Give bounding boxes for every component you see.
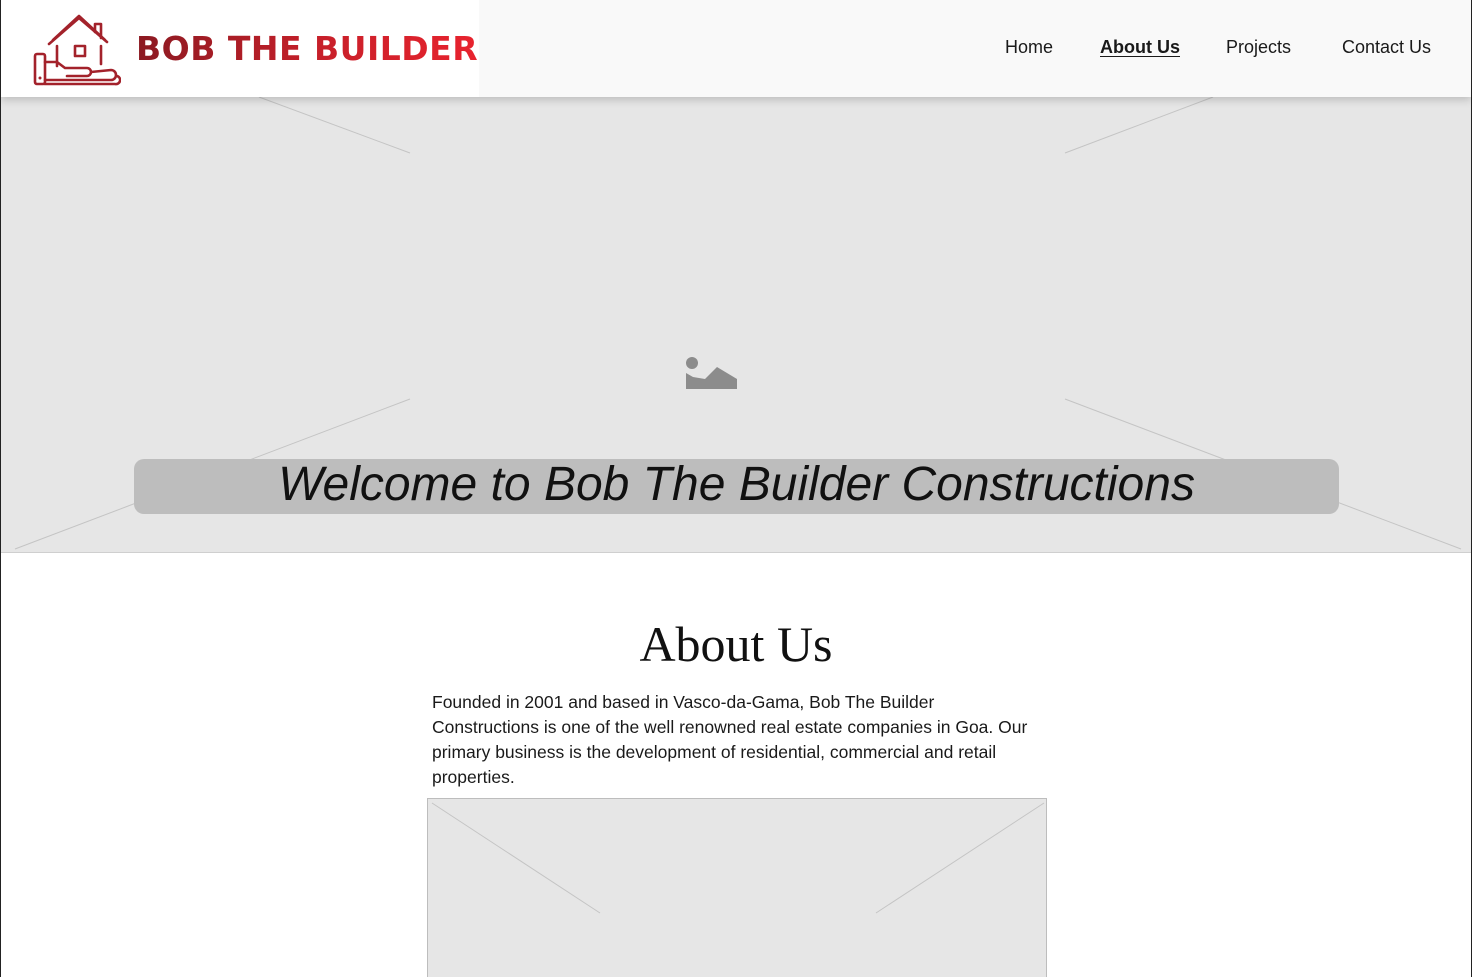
hero-title: Welcome to Bob The Builder Constructions — [278, 458, 1195, 511]
main-nav: Home About Us Projects Contact Us — [991, 0, 1471, 97]
logo-wordmark: BOB THE BUILDER — [136, 29, 479, 68]
site-header: BOB THE BUILDER Home About Us Projects C… — [1, 0, 1471, 97]
hero-title-banner: Welcome to Bob The Builder Constructions — [134, 459, 1339, 514]
hero-image-placeholder: Welcome to Bob The Builder Constructions — [1, 97, 1471, 553]
about-paragraph: Founded in 2001 and based in Vasco-da-Ga… — [432, 692, 1028, 787]
placeholder-cross-lines — [431, 802, 1045, 914]
about-heading: About Us — [639, 616, 833, 672]
about-image-placeholder — [427, 798, 1047, 977]
house-in-hand-icon — [33, 14, 121, 86]
page-frame: BOB THE BUILDER Home About Us Projects C… — [0, 0, 1472, 977]
nav-about-us[interactable]: About Us — [1100, 37, 1180, 58]
nav-home[interactable]: Home — [1005, 37, 1053, 58]
image-placeholder-icon — [686, 357, 737, 389]
nav-projects[interactable]: Projects — [1226, 37, 1291, 58]
nav-contact-us[interactable]: Contact Us — [1342, 37, 1431, 58]
logo[interactable]: BOB THE BUILDER — [1, 0, 479, 97]
